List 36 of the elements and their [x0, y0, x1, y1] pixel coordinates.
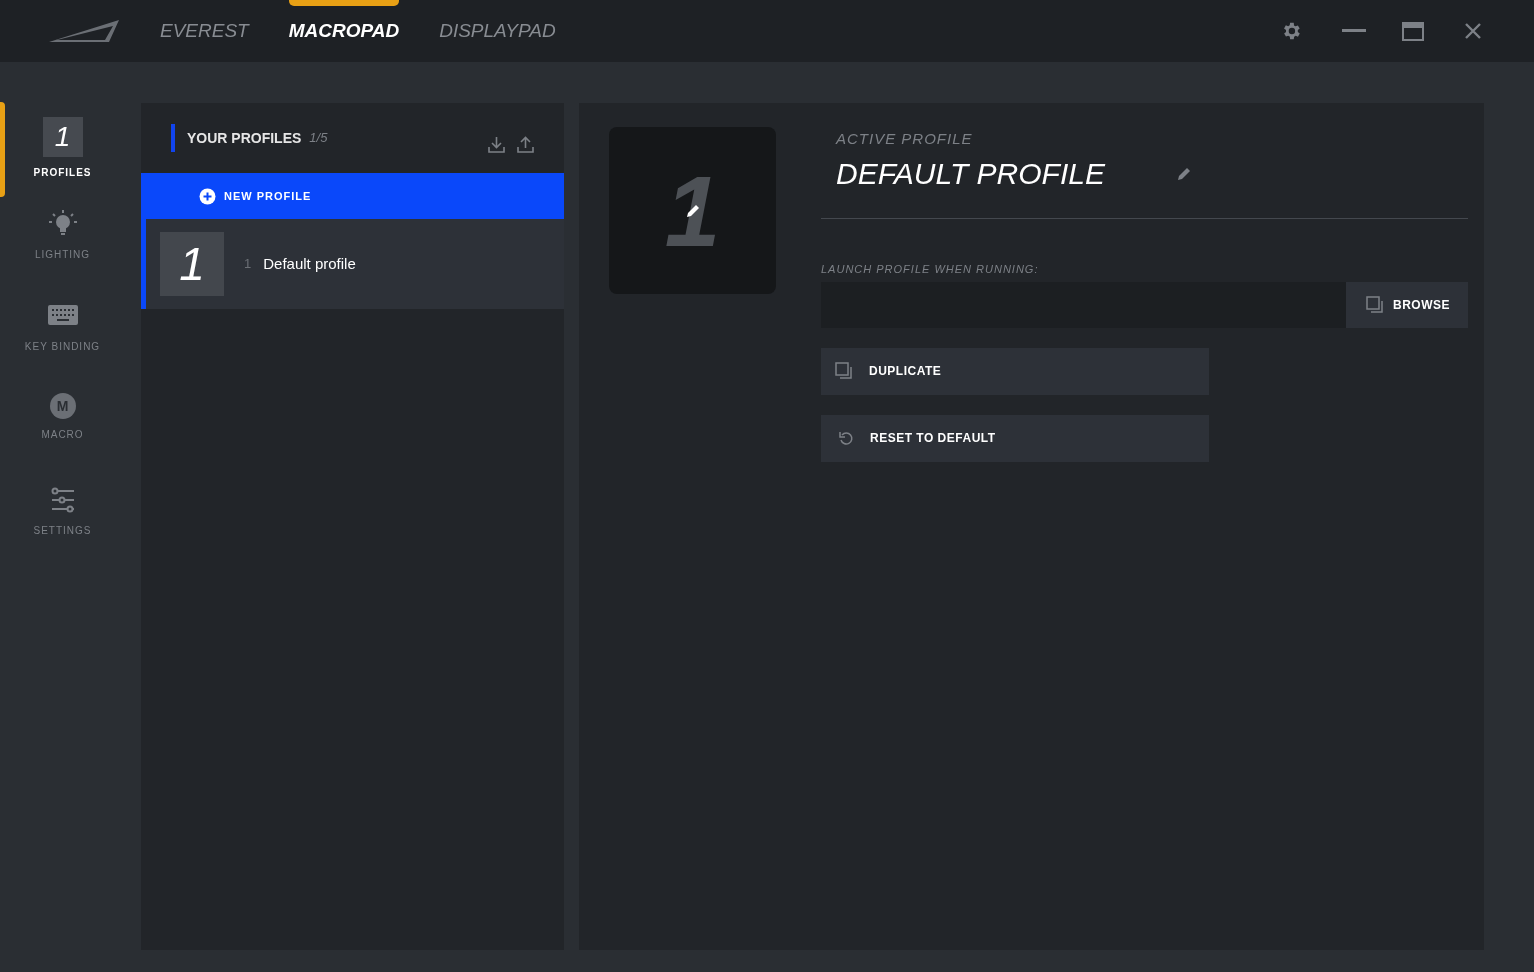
device-tab[interactable]: DISPLAYPAD — [439, 0, 556, 62]
sidebar-item[interactable]: M MACRO — [0, 378, 125, 470]
undo-icon — [838, 430, 854, 446]
copy-icon — [1366, 295, 1384, 314]
logo-icon — [49, 18, 121, 44]
duplicate-button[interactable]: DUPLICATE — [821, 347, 1209, 395]
profile-name: DEFAULT PROFILE — [836, 156, 1107, 192]
plus-icon — [199, 187, 216, 205]
copy-icon — [835, 362, 853, 380]
close-button[interactable] — [1464, 22, 1482, 40]
profile-tile: 1 — [160, 232, 224, 296]
field-label: LAUNCH PROFILE WHEN RUNNING: — [821, 262, 1039, 277]
macro-icon: M — [49, 393, 76, 419]
import-button[interactable] — [488, 135, 505, 153]
sidebar-item[interactable]: LIGHTING — [0, 194, 125, 286]
sidebar-item[interactable]: SETTINGS — [0, 470, 125, 562]
profile-name: Default profile — [263, 253, 356, 274]
panel-title: YOUR PROFILES — [187, 128, 302, 148]
reset-button[interactable]: RESET TO DEFAULT — [821, 414, 1209, 462]
profile-count: 1/5 — [309, 129, 328, 148]
section-label: ACTIVE PROFILE — [836, 129, 973, 149]
profile-number-icon: 1 — [42, 117, 83, 157]
browse-button[interactable]: BROWSE — [1346, 281, 1468, 328]
device-tab[interactable]: MACROPAD — [288, 0, 400, 62]
new-profile-button[interactable]: NEW PROFILE — [141, 173, 564, 219]
sliders-icon — [49, 485, 76, 515]
edit-button[interactable] — [1176, 165, 1192, 182]
minimize-button[interactable] — [1342, 29, 1366, 33]
maximize-button[interactable] — [1402, 21, 1424, 41]
sidebar-item[interactable]: KEY BINDING — [0, 286, 125, 378]
sidebar-item[interactable]: 1 PROFILES — [0, 102, 125, 194]
device-tab[interactable]: EVEREST — [160, 0, 249, 62]
export-button[interactable] — [517, 135, 534, 153]
pencil-icon — [685, 203, 701, 219]
profile-row[interactable]: 1 1 Default profile — [141, 219, 564, 309]
profile-index: 1 — [244, 255, 252, 274]
